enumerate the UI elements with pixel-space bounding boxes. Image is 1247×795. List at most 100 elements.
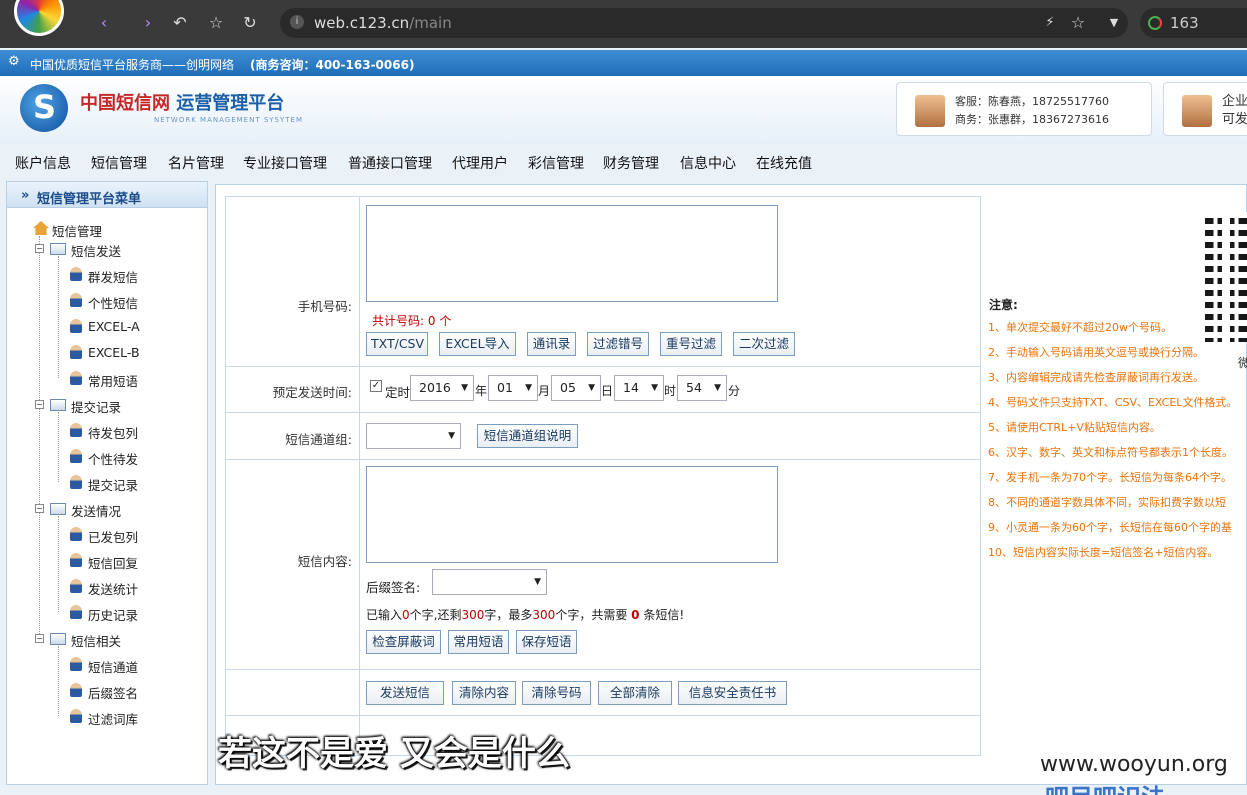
- row-divider: [226, 715, 980, 716]
- clear-all-button[interactable]: 全部清除: [598, 681, 672, 705]
- tree-item[interactable]: 群发短信: [88, 267, 138, 286]
- tree-item[interactable]: 历史记录: [88, 605, 138, 624]
- row-divider: [226, 459, 980, 460]
- collapse-icon[interactable]: −: [35, 400, 44, 409]
- tree-item[interactable]: EXCEL-A: [88, 319, 140, 334]
- month-select[interactable]: 01: [488, 375, 538, 401]
- channel-select[interactable]: [366, 423, 461, 449]
- filter-wrong-button[interactable]: 过滤错号: [587, 332, 649, 356]
- row-divider: [226, 366, 980, 367]
- excel-import-button[interactable]: EXCEL导入: [439, 332, 516, 356]
- tree-line: [58, 256, 59, 378]
- folder-icon: [50, 399, 66, 411]
- day-select[interactable]: 05: [551, 375, 601, 401]
- brand-logo: [20, 84, 68, 132]
- nav-agents[interactable]: 代理用户: [452, 153, 508, 173]
- forward-icon[interactable]: ›: [136, 12, 160, 34]
- refresh-icon[interactable]: ↻: [238, 12, 262, 34]
- tree-item[interactable]: 待发包列: [88, 423, 138, 442]
- common-phrases-button[interactable]: 常用短语: [448, 630, 509, 654]
- tree-group-status[interactable]: 发送情况: [71, 501, 121, 520]
- check-blocked-words-button[interactable]: 检查屏蔽词: [366, 630, 441, 654]
- notes-title: 注意:: [989, 298, 1018, 312]
- site-info-icon[interactable]: i: [290, 15, 304, 29]
- nav-info-center[interactable]: 信息中心: [680, 153, 736, 173]
- folder-icon: [50, 503, 66, 515]
- back-icon[interactable]: ‹: [92, 12, 116, 34]
- search-text[interactable]: 163: [1170, 14, 1199, 32]
- tree-group-send[interactable]: 短信发送: [71, 241, 121, 260]
- content-textarea[interactable]: [366, 466, 778, 563]
- collapse-icon[interactable]: −: [35, 504, 44, 513]
- tree-item[interactable]: 个性短信: [88, 293, 138, 312]
- video-subtitle: 若这不是爱 又会是什么: [218, 734, 570, 774]
- notes-list: 1、单次提交最好不超过20w个号码。 2、手动输入号码请用英文逗号或换行分隔。 …: [988, 315, 1247, 565]
- security-agreement-button[interactable]: 信息安全责任书: [678, 681, 787, 705]
- contact2-line2: 可发: [1222, 112, 1247, 127]
- url-text[interactable]: web.c123.cn/main: [314, 14, 452, 32]
- sidebar-title: 短信管理平台菜单: [37, 192, 142, 207]
- tree-item[interactable]: 个性待发: [88, 449, 138, 468]
- watermark-2: 吧目吧识法: [1045, 778, 1165, 795]
- second-filter-button[interactable]: 二次过滤: [733, 332, 795, 356]
- dropdown-arrow-icon[interactable]: ▼: [1102, 12, 1126, 34]
- undo-icon[interactable]: ↶: [168, 12, 192, 34]
- minute-select[interactable]: 54: [677, 375, 727, 401]
- note-item: 4、号码文件只支持TXT、CSV、EXCEL文件格式。: [988, 396, 1238, 409]
- tree-item[interactable]: 后缀签名: [88, 683, 138, 702]
- collapse-icon[interactable]: −: [35, 634, 44, 643]
- nav-cards[interactable]: 名片管理: [168, 153, 224, 173]
- row-divider: [226, 669, 980, 670]
- filter-duplicate-button[interactable]: 重号过滤: [660, 332, 722, 356]
- channel-label: 短信通道组:: [285, 432, 352, 447]
- channel-info-button[interactable]: 短信通道组说明: [477, 424, 578, 448]
- nav-pro-api[interactable]: 专业接口管理: [243, 153, 327, 173]
- collapse-icon[interactable]: −: [35, 244, 44, 253]
- suffix-select[interactable]: [432, 569, 547, 595]
- tree-item[interactable]: 提交记录: [88, 475, 138, 494]
- user-icon: [70, 293, 82, 307]
- tree-line: [39, 236, 40, 638]
- double-chevron-icon: »: [21, 188, 30, 203]
- nav-sms[interactable]: 短信管理: [91, 153, 147, 173]
- note-item: 1、单次提交最好不超过20w个号码。: [988, 321, 1172, 334]
- nav-basic-api[interactable]: 普通接口管理: [348, 153, 432, 173]
- note-item: 2、手动输入号码请用英文逗号或换行分隔。: [988, 346, 1204, 359]
- tree-item[interactable]: 已发包列: [88, 527, 138, 546]
- year-select[interactable]: 2016: [410, 375, 474, 401]
- txt-csv-button[interactable]: TXT/CSV: [366, 332, 428, 356]
- tree-item[interactable]: 发送统计: [88, 579, 138, 598]
- nav-finance[interactable]: 财务管理: [603, 153, 659, 173]
- lightning-icon[interactable]: ⚡: [1038, 12, 1062, 34]
- tree-root[interactable]: 短信管理: [52, 221, 102, 240]
- phone-textarea[interactable]: [366, 205, 778, 302]
- nav-recharge[interactable]: 在线充值: [756, 153, 812, 173]
- form-divider: [359, 196, 360, 756]
- schedule-checkbox[interactable]: ✓: [370, 380, 382, 392]
- tree-line: [58, 646, 59, 716]
- user-icon: [70, 605, 82, 619]
- note-item: 5、请使用CTRL+V粘贴短信内容。: [988, 421, 1161, 434]
- tree-item[interactable]: 短信通道: [88, 657, 138, 676]
- user-icon: [70, 423, 82, 437]
- tree-group-submit[interactable]: 提交记录: [71, 397, 121, 416]
- tree-item[interactable]: 过滤词库: [88, 709, 138, 728]
- clear-numbers-button[interactable]: 清除号码: [522, 681, 591, 705]
- tree-group-related[interactable]: 短信相关: [71, 631, 121, 650]
- user-icon: [70, 345, 82, 359]
- hour-select[interactable]: 14: [614, 375, 664, 401]
- favorite-star-icon[interactable]: ☆: [204, 12, 228, 34]
- note-item: 9、小灵通一条为60个字，长短信在每60个字的基: [988, 521, 1232, 534]
- clear-content-button[interactable]: 清除内容: [452, 681, 516, 705]
- bookmark-star-icon[interactable]: ☆: [1066, 12, 1090, 34]
- sidebar-header: » 短信管理平台菜单: [7, 182, 207, 208]
- tree-item[interactable]: 常用短语: [88, 371, 138, 390]
- send-sms-button[interactable]: 发送短信: [366, 681, 444, 705]
- save-phrase-button[interactable]: 保存短语: [516, 630, 577, 654]
- tree-item[interactable]: 短信回复: [88, 553, 138, 572]
- contacts-button[interactable]: 通讯录: [527, 332, 576, 356]
- contact-avatar-icon: [1182, 95, 1212, 127]
- nav-mms[interactable]: 彩信管理: [528, 153, 584, 173]
- tree-item[interactable]: EXCEL-B: [88, 345, 140, 360]
- nav-account[interactable]: 账户信息: [15, 153, 71, 173]
